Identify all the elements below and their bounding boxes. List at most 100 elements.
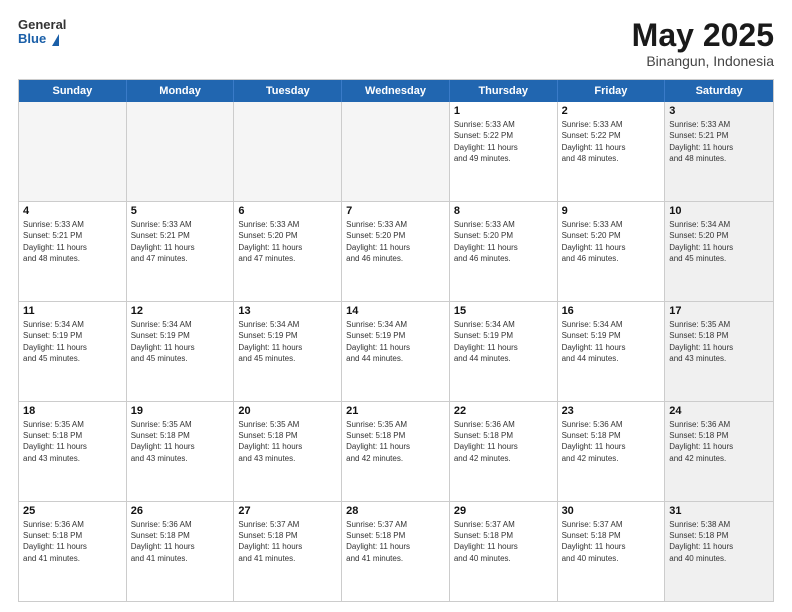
- day-number: 8: [454, 205, 553, 217]
- day-info: Sunrise: 5:33 AM Sunset: 5:21 PM Dayligh…: [23, 219, 122, 264]
- day-number: 26: [131, 505, 230, 517]
- cal-row-1: 4 Sunrise: 5:33 AM Sunset: 5:21 PM Daylig…: [19, 202, 773, 302]
- day-cell-4: 4 Sunrise: 5:33 AM Sunset: 5:21 PM Daylig…: [19, 202, 127, 301]
- day-cell-19: 19 Sunrise: 5:35 AM Sunset: 5:18 PM Dayli…: [127, 402, 235, 501]
- day-info: Sunrise: 5:37 AM Sunset: 5:18 PM Dayligh…: [346, 519, 445, 564]
- header-day-tuesday: Tuesday: [234, 80, 342, 102]
- header-day-sunday: Sunday: [19, 80, 127, 102]
- page: General Blue May 2025 Binangun, Indonesi…: [0, 0, 792, 612]
- day-cell-20: 20 Sunrise: 5:35 AM Sunset: 5:18 PM Dayli…: [234, 402, 342, 501]
- day-cell-16: 16 Sunrise: 5:34 AM Sunset: 5:19 PM Dayli…: [558, 302, 666, 401]
- day-number: 24: [669, 405, 769, 417]
- day-cell-29: 29 Sunrise: 5:37 AM Sunset: 5:18 PM Dayli…: [450, 502, 558, 601]
- day-info: Sunrise: 5:35 AM Sunset: 5:18 PM Dayligh…: [346, 419, 445, 464]
- day-cell-13: 13 Sunrise: 5:34 AM Sunset: 5:19 PM Dayli…: [234, 302, 342, 401]
- day-cell-2: 2 Sunrise: 5:33 AM Sunset: 5:22 PM Daylig…: [558, 102, 666, 201]
- day-number: 2: [562, 105, 661, 117]
- title-block: May 2025 Binangun, Indonesia: [632, 18, 774, 69]
- day-number: 20: [238, 405, 337, 417]
- day-number: 19: [131, 405, 230, 417]
- location: Binangun, Indonesia: [632, 53, 774, 69]
- day-info: Sunrise: 5:34 AM Sunset: 5:19 PM Dayligh…: [238, 319, 337, 364]
- day-cell-7: 7 Sunrise: 5:33 AM Sunset: 5:20 PM Daylig…: [342, 202, 450, 301]
- header: General Blue May 2025 Binangun, Indonesi…: [18, 18, 774, 69]
- day-info: Sunrise: 5:33 AM Sunset: 5:21 PM Dayligh…: [669, 119, 769, 164]
- day-info: Sunrise: 5:37 AM Sunset: 5:18 PM Dayligh…: [454, 519, 553, 564]
- day-info: Sunrise: 5:36 AM Sunset: 5:18 PM Dayligh…: [131, 519, 230, 564]
- day-cell-14: 14 Sunrise: 5:34 AM Sunset: 5:19 PM Dayli…: [342, 302, 450, 401]
- day-info: Sunrise: 5:34 AM Sunset: 5:20 PM Dayligh…: [669, 219, 769, 264]
- day-cell-8: 8 Sunrise: 5:33 AM Sunset: 5:20 PM Daylig…: [450, 202, 558, 301]
- header-day-monday: Monday: [127, 80, 235, 102]
- day-info: Sunrise: 5:38 AM Sunset: 5:18 PM Dayligh…: [669, 519, 769, 564]
- day-cell-11: 11 Sunrise: 5:34 AM Sunset: 5:19 PM Dayli…: [19, 302, 127, 401]
- day-cell-27: 27 Sunrise: 5:37 AM Sunset: 5:18 PM Dayli…: [234, 502, 342, 601]
- header-day-thursday: Thursday: [450, 80, 558, 102]
- day-cell-28: 28 Sunrise: 5:37 AM Sunset: 5:18 PM Dayli…: [342, 502, 450, 601]
- day-info: Sunrise: 5:34 AM Sunset: 5:19 PM Dayligh…: [131, 319, 230, 364]
- day-info: Sunrise: 5:37 AM Sunset: 5:18 PM Dayligh…: [562, 519, 661, 564]
- day-number: 10: [669, 205, 769, 217]
- empty-cell: [127, 102, 235, 201]
- day-cell-26: 26 Sunrise: 5:36 AM Sunset: 5:18 PM Dayli…: [127, 502, 235, 601]
- cal-row-0: 1Sunrise: 5:33 AM Sunset: 5:22 PM Daylig…: [19, 102, 773, 202]
- day-number: 29: [454, 505, 553, 517]
- day-info: Sunrise: 5:36 AM Sunset: 5:18 PM Dayligh…: [454, 419, 553, 464]
- day-info: Sunrise: 5:33 AM Sunset: 5:20 PM Dayligh…: [238, 219, 337, 264]
- logo-general: General: [18, 18, 66, 32]
- day-info: Sunrise: 5:35 AM Sunset: 5:18 PM Dayligh…: [23, 419, 122, 464]
- day-number: 13: [238, 305, 337, 317]
- day-info: Sunrise: 5:33 AM Sunset: 5:20 PM Dayligh…: [346, 219, 445, 264]
- day-number: 17: [669, 305, 769, 317]
- day-number: 27: [238, 505, 337, 517]
- logo-arrow-icon: [52, 34, 59, 46]
- day-number: 7: [346, 205, 445, 217]
- header-day-friday: Friday: [558, 80, 666, 102]
- day-cell-12: 12 Sunrise: 5:34 AM Sunset: 5:19 PM Dayli…: [127, 302, 235, 401]
- day-cell-30: 30 Sunrise: 5:37 AM Sunset: 5:18 PM Dayli…: [558, 502, 666, 601]
- day-number: 30: [562, 505, 661, 517]
- day-number: 12: [131, 305, 230, 317]
- day-info: Sunrise: 5:35 AM Sunset: 5:18 PM Dayligh…: [238, 419, 337, 464]
- empty-cell: [19, 102, 127, 201]
- day-cell-3: 3Sunrise: 5:33 AM Sunset: 5:21 PM Daylig…: [665, 102, 773, 201]
- cal-row-4: 25 Sunrise: 5:36 AM Sunset: 5:18 PM Dayli…: [19, 502, 773, 601]
- day-info: Sunrise: 5:35 AM Sunset: 5:18 PM Dayligh…: [131, 419, 230, 464]
- day-info: Sunrise: 5:33 AM Sunset: 5:20 PM Dayligh…: [454, 219, 553, 264]
- month-title: May 2025: [632, 18, 774, 53]
- day-cell-15: 15 Sunrise: 5:34 AM Sunset: 5:19 PM Dayli…: [450, 302, 558, 401]
- day-number: 4: [23, 205, 122, 217]
- day-info: Sunrise: 5:34 AM Sunset: 5:19 PM Dayligh…: [454, 319, 553, 364]
- day-cell-17: 17 Sunrise: 5:35 AM Sunset: 5:18 PM Dayli…: [665, 302, 773, 401]
- day-info: Sunrise: 5:34 AM Sunset: 5:19 PM Dayligh…: [23, 319, 122, 364]
- day-cell-6: 6Sunrise: 5:33 AM Sunset: 5:20 PM Daylig…: [234, 202, 342, 301]
- day-number: 15: [454, 305, 553, 317]
- day-number: 25: [23, 505, 122, 517]
- day-number: 22: [454, 405, 553, 417]
- day-info: Sunrise: 5:37 AM Sunset: 5:18 PM Dayligh…: [238, 519, 337, 564]
- day-number: 5: [131, 205, 230, 217]
- day-info: Sunrise: 5:36 AM Sunset: 5:18 PM Dayligh…: [669, 419, 769, 464]
- day-number: 31: [669, 505, 769, 517]
- day-info: Sunrise: 5:36 AM Sunset: 5:18 PM Dayligh…: [562, 419, 661, 464]
- day-cell-18: 18Sunrise: 5:35 AM Sunset: 5:18 PM Dayli…: [19, 402, 127, 501]
- calendar-header: SundayMondayTuesdayWednesdayThursdayFrid…: [19, 80, 773, 102]
- day-cell-31: 31 Sunrise: 5:38 AM Sunset: 5:18 PM Dayli…: [665, 502, 773, 601]
- calendar: SundayMondayTuesdayWednesdayThursdayFrid…: [18, 79, 774, 602]
- day-number: 14: [346, 305, 445, 317]
- day-number: 28: [346, 505, 445, 517]
- empty-cell: [342, 102, 450, 201]
- day-number: 16: [562, 305, 661, 317]
- day-cell-1: 1Sunrise: 5:33 AM Sunset: 5:22 PM Daylig…: [450, 102, 558, 201]
- day-cell-22: 22 Sunrise: 5:36 AM Sunset: 5:18 PM Dayli…: [450, 402, 558, 501]
- day-info: Sunrise: 5:34 AM Sunset: 5:19 PM Dayligh…: [562, 319, 661, 364]
- day-info: Sunrise: 5:34 AM Sunset: 5:19 PM Dayligh…: [346, 319, 445, 364]
- day-number: 9: [562, 205, 661, 217]
- day-info: Sunrise: 5:35 AM Sunset: 5:18 PM Dayligh…: [669, 319, 769, 364]
- empty-cell: [234, 102, 342, 201]
- day-cell-21: 21Sunrise: 5:35 AM Sunset: 5:18 PM Dayli…: [342, 402, 450, 501]
- cal-row-2: 11 Sunrise: 5:34 AM Sunset: 5:19 PM Dayli…: [19, 302, 773, 402]
- day-info: Sunrise: 5:33 AM Sunset: 5:22 PM Dayligh…: [562, 119, 661, 164]
- day-number: 11: [23, 305, 122, 317]
- header-day-wednesday: Wednesday: [342, 80, 450, 102]
